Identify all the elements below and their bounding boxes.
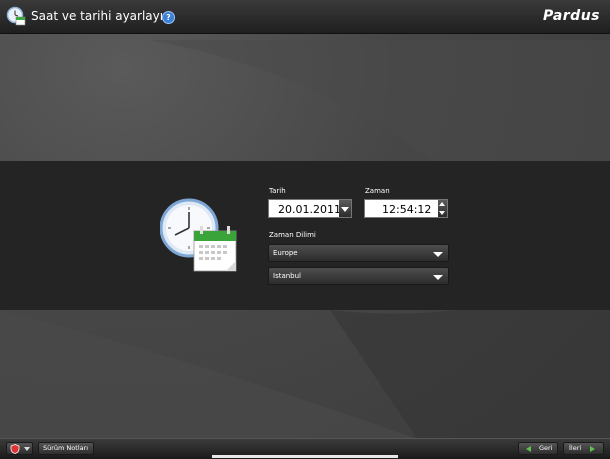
time-spinner[interactable] xyxy=(438,200,447,217)
time-field[interactable]: 12:54:12 xyxy=(364,199,448,218)
next-label: İleri xyxy=(569,444,582,452)
spin-up-icon[interactable] xyxy=(439,202,445,206)
city-select[interactable]: Istanbul xyxy=(268,267,449,285)
back-label: Geri xyxy=(539,444,553,452)
time-label: Zaman xyxy=(365,187,390,195)
next-button[interactable]: İleri xyxy=(563,442,604,455)
back-button[interactable]: Geri xyxy=(518,442,558,455)
date-dropdown-button[interactable] xyxy=(339,200,351,217)
chevron-down-icon xyxy=(433,275,443,280)
date-field[interactable]: 20.01.2011 xyxy=(268,199,352,218)
title-bar: Saat ve tarihi ayarlayın ? Pardus xyxy=(0,0,610,34)
page-title: Saat ve tarihi ayarlayın xyxy=(31,9,171,23)
region-value: Europe xyxy=(273,249,298,257)
region-select[interactable]: Europe xyxy=(268,244,449,262)
spin-down-icon[interactable] xyxy=(439,211,445,215)
release-notes-button[interactable]: Sürüm Notları xyxy=(38,442,94,455)
arrow-right-icon xyxy=(590,446,595,452)
menu-button[interactable] xyxy=(6,442,33,455)
timezone-label: Zaman Dilimi xyxy=(269,231,316,239)
clock-app-icon xyxy=(6,6,26,26)
date-label: Tarih xyxy=(269,187,286,195)
pardus-logo: Pardus xyxy=(542,8,600,24)
shield-icon xyxy=(10,444,20,454)
clock-calendar-icon xyxy=(160,198,237,272)
help-icon[interactable]: ? xyxy=(162,11,175,24)
release-notes-label: Sürüm Notları xyxy=(43,444,89,452)
time-value: 12:54:12 xyxy=(382,203,432,216)
city-value: Istanbul xyxy=(273,272,302,280)
arrow-left-icon xyxy=(526,446,531,452)
date-value: 20.01.2011 xyxy=(278,203,341,216)
chevron-down-icon xyxy=(24,447,30,451)
chevron-down-icon xyxy=(433,252,443,257)
